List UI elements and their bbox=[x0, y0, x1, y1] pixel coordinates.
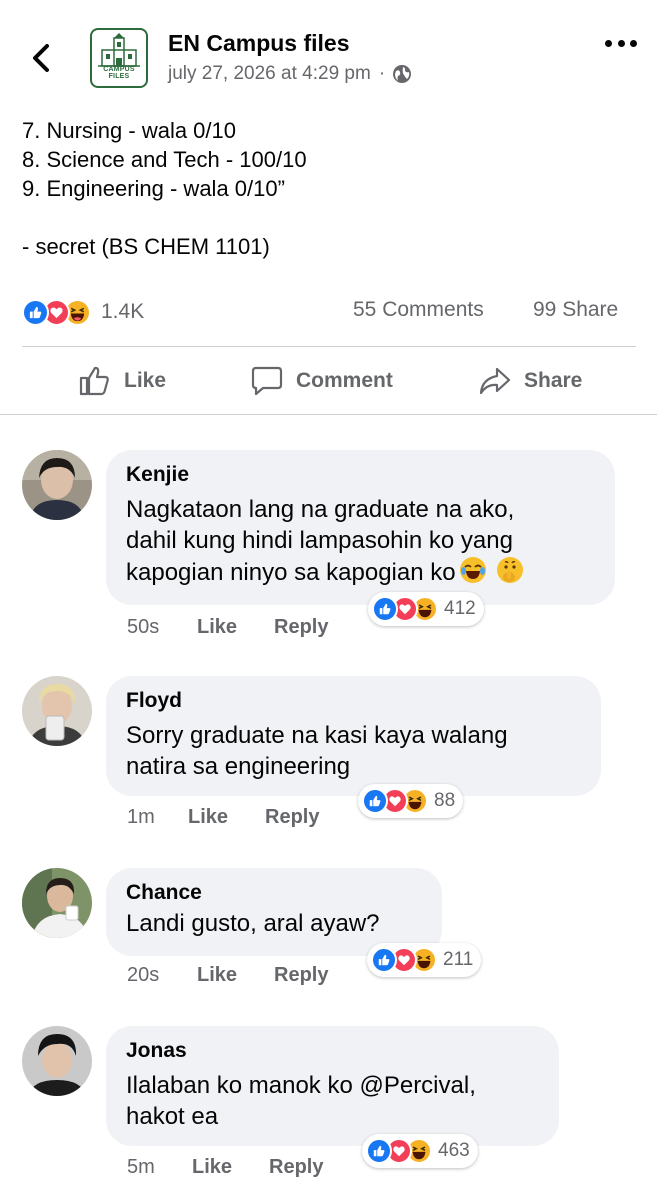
comment-reactions[interactable]: 463 bbox=[362, 1134, 478, 1168]
post-line: 7. Nursing - wala 0/10 bbox=[22, 118, 236, 143]
comment-item: Chance Landi gusto, aral ayaw? 211 20s L… bbox=[0, 868, 657, 998]
back-button[interactable] bbox=[26, 38, 56, 78]
comment-reactions[interactable]: 211 bbox=[367, 943, 482, 977]
like-button[interactable]: Like bbox=[78, 362, 166, 400]
comment-time[interactable]: 1m bbox=[127, 806, 188, 829]
comment-time[interactable]: 5m bbox=[127, 1156, 192, 1179]
avatar[interactable] bbox=[22, 1026, 92, 1096]
comment-reply-button[interactable]: Reply bbox=[274, 964, 328, 987]
comment-time[interactable]: 50s bbox=[127, 616, 197, 639]
comment-text-line: natira sa engineering bbox=[126, 753, 351, 780]
comment-meta: 1m Like Reply bbox=[127, 806, 319, 829]
page-logo[interactable]: CAMPUS FILES bbox=[90, 28, 148, 88]
reaction-summary[interactable]: 1.4K bbox=[22, 296, 144, 328]
comment-like-button[interactable]: Like bbox=[192, 1156, 269, 1179]
comment-author[interactable]: Kenjie bbox=[126, 462, 595, 488]
logo-text: CAMPUS FILES bbox=[103, 66, 135, 80]
comment-reactions[interactable]: 412 bbox=[368, 592, 484, 626]
comment-reaction-count: 412 bbox=[444, 598, 476, 619]
post-header: CAMPUS FILES EN Campus files july 27, 20… bbox=[0, 0, 657, 100]
joy-emoji-icon bbox=[459, 556, 487, 584]
comment-text-line: hakot ea bbox=[126, 1103, 219, 1130]
share-arrow-icon bbox=[479, 367, 511, 395]
comment-button[interactable]: Comment bbox=[250, 362, 393, 400]
comment-meta: 5m Like Reply bbox=[127, 1156, 323, 1179]
shushing-face-emoji-icon bbox=[496, 556, 524, 584]
comment-meta: 50s Like Reply bbox=[127, 616, 328, 639]
comment-bubble-icon bbox=[251, 366, 283, 396]
comment-time[interactable]: 20s bbox=[127, 964, 197, 987]
avatar[interactable] bbox=[22, 450, 92, 520]
like-label: Like bbox=[124, 369, 167, 392]
comment-item: Floyd Sorry graduate na kasi kaya walang… bbox=[0, 676, 657, 836]
comment-author[interactable]: Floyd bbox=[126, 688, 581, 714]
comment-label: Comment bbox=[296, 369, 393, 392]
comment-text-line: Sorry graduate na kasi kaya walang bbox=[126, 722, 508, 749]
reaction-count: 1.4K bbox=[101, 300, 145, 323]
comments-count-link[interactable]: 55 Comments bbox=[353, 298, 484, 322]
share-button[interactable]: Share bbox=[478, 362, 582, 400]
post-line: 8. Science and Tech - 100/10 bbox=[22, 147, 307, 172]
divider bbox=[22, 346, 636, 347]
avatar[interactable] bbox=[22, 868, 92, 938]
post-line: - secret (BS CHEM 1101) bbox=[22, 234, 270, 259]
comment-text-line: kapogian ninyo sa kapogian ko bbox=[126, 556, 595, 588]
post-text: 7. Nursing - wala 0/10 8. Science and Te… bbox=[22, 116, 307, 261]
post-line-blank bbox=[22, 203, 307, 232]
comment-reply-button[interactable]: Reply bbox=[269, 1156, 323, 1179]
comment-bubble: Floyd Sorry graduate na kasi kaya walang… bbox=[106, 676, 601, 796]
post-meta: july 27, 2026 at 4:29 pm · bbox=[168, 63, 413, 85]
comment-text-line: Nagkataon lang na graduate na ako, bbox=[126, 496, 515, 523]
post-line: 9. Engineering - wala 0/10” bbox=[22, 176, 285, 201]
comment-item: Jonas Ilalaban ko manok ko @Percival, ha… bbox=[0, 1026, 657, 1196]
divider bbox=[0, 414, 657, 415]
comment-item: Kenjie Nagkataon lang na graduate na ako… bbox=[0, 450, 657, 650]
comment-like-button[interactable]: Like bbox=[197, 616, 274, 639]
like-reaction-icon bbox=[371, 947, 397, 973]
thumbs-up-icon bbox=[79, 366, 109, 396]
comment-reply-button[interactable]: Reply bbox=[265, 806, 319, 829]
comment-meta: 20s Like Reply bbox=[127, 964, 328, 987]
comment-author[interactable]: Jonas bbox=[126, 1038, 539, 1064]
post-action-bar: Like Comment Share bbox=[0, 352, 657, 410]
avatar[interactable] bbox=[22, 676, 92, 746]
like-reaction-icon bbox=[372, 596, 398, 622]
comment-like-button[interactable]: Like bbox=[197, 964, 274, 987]
like-reaction-icon bbox=[362, 788, 388, 814]
more-options-button[interactable] bbox=[605, 40, 637, 50]
globe-icon bbox=[391, 63, 413, 85]
comment-text-line: dahil kung hindi lampasohin ko yang bbox=[126, 527, 513, 554]
comment-reply-button[interactable]: Reply bbox=[274, 616, 328, 639]
post-timestamp[interactable]: july 27, 2026 at 4:29 pm bbox=[168, 63, 371, 85]
share-label: Share bbox=[524, 369, 583, 392]
comment-reaction-count: 211 bbox=[443, 949, 474, 970]
comment-reactions[interactable]: 88 bbox=[358, 784, 464, 818]
comment-text-line: Landi gusto, aral ayaw? bbox=[126, 910, 380, 937]
comment-reaction-count: 463 bbox=[438, 1140, 470, 1161]
meta-separator: · bbox=[378, 63, 386, 84]
comment-bubble: Jonas Ilalaban ko manok ko @Percival, ha… bbox=[106, 1026, 559, 1146]
page-name[interactable]: EN Campus files bbox=[168, 30, 350, 57]
comment-reaction-count: 88 bbox=[434, 790, 456, 811]
share-count-link[interactable]: 99 Share bbox=[533, 298, 618, 322]
comment-text-line: Ilalaban ko manok ko @Percival, bbox=[126, 1072, 476, 1099]
like-reaction-icon bbox=[366, 1138, 392, 1164]
like-reaction-icon bbox=[22, 298, 49, 326]
chevron-left-icon bbox=[33, 44, 49, 72]
comment-bubble: Kenjie Nagkataon lang na graduate na ako… bbox=[106, 450, 615, 605]
more-horizontal-icon bbox=[605, 40, 612, 47]
comment-like-button[interactable]: Like bbox=[188, 806, 265, 829]
comment-author[interactable]: Chance bbox=[126, 880, 422, 906]
